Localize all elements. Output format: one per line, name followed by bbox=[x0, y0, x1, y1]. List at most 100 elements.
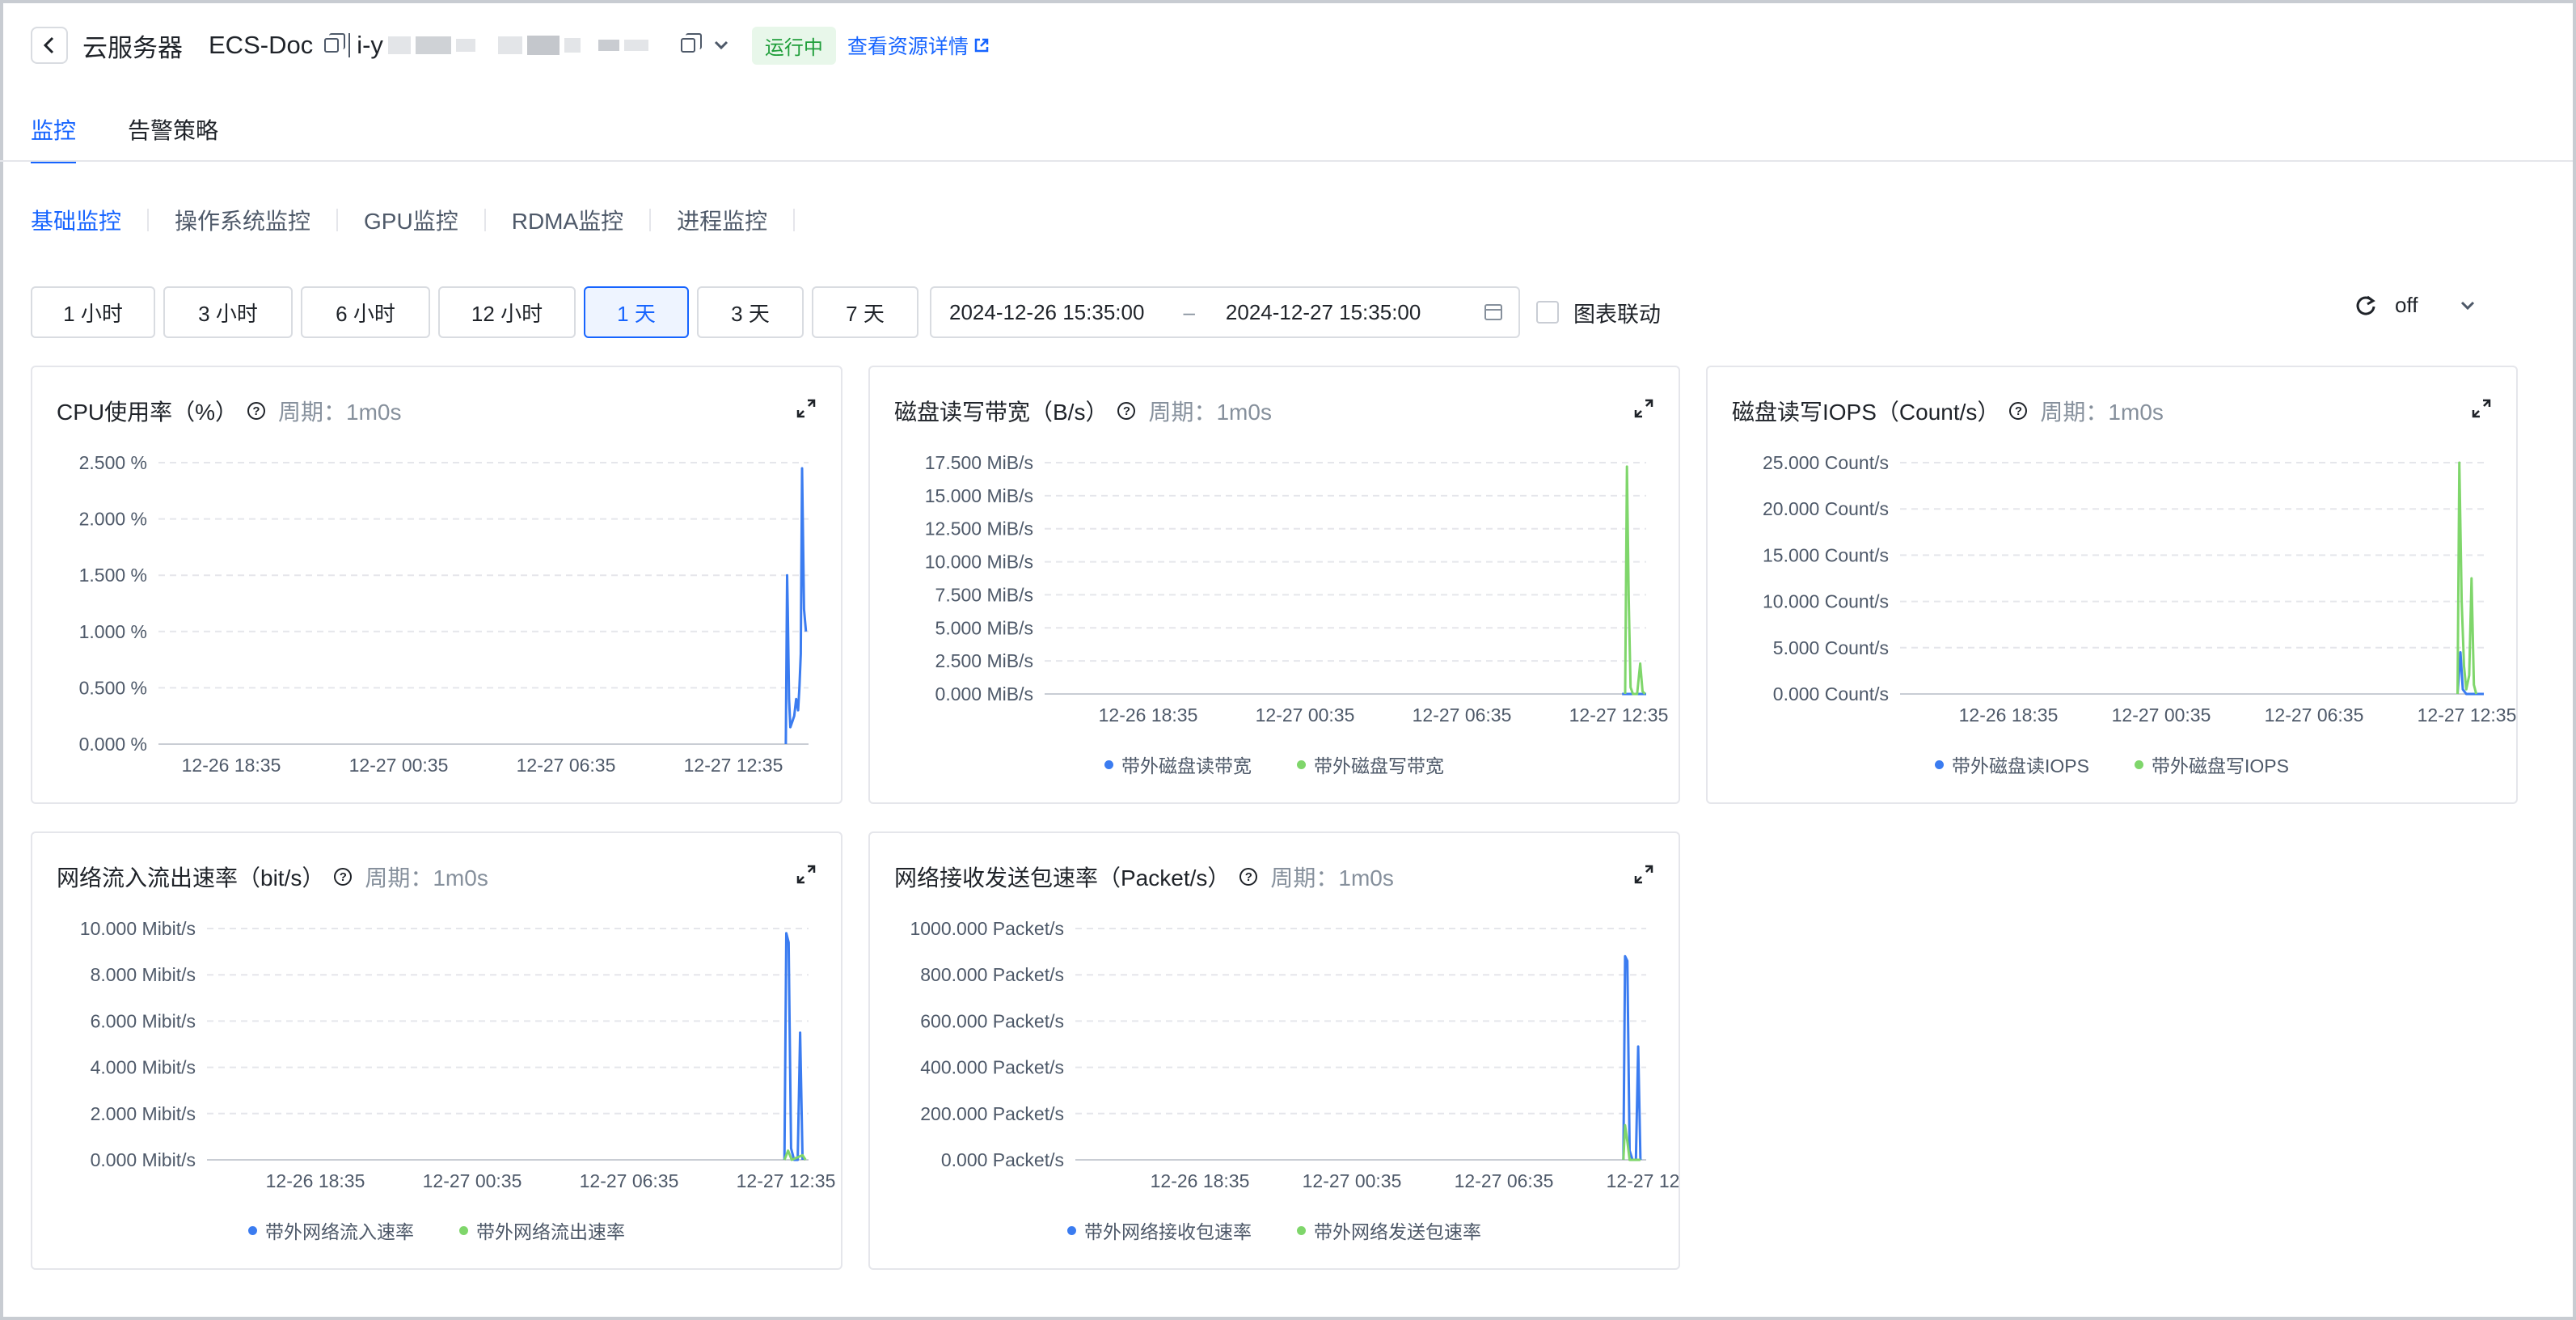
legend-item[interactable]: 带外磁盘读带宽 bbox=[1104, 751, 1252, 778]
chart-legend: 带外磁盘读IOPS 带外磁盘写IOPS bbox=[1708, 751, 2516, 778]
y-tick-label: 1.000 % bbox=[79, 621, 147, 642]
y-tick-label: 200.000 Packet/s bbox=[920, 1103, 1064, 1124]
legend-label: 带外网络流出速率 bbox=[476, 1221, 625, 1242]
tab-monitoring[interactable]: 监控 bbox=[31, 113, 77, 163]
date-end: 2024-12-27 15:35:00 bbox=[1225, 299, 1421, 324]
y-tick-label: 17.500 MiB/s bbox=[925, 452, 1033, 473]
date-start: 2024-12-26 15:35:00 bbox=[949, 299, 1145, 324]
range-12h-button[interactable]: 12 小时 bbox=[438, 286, 576, 338]
x-tick-label: 12-26 18:35 bbox=[182, 755, 281, 776]
legend-label: 带外网络流入速率 bbox=[265, 1221, 414, 1242]
y-tick-label: 10.000 Mibit/s bbox=[80, 918, 196, 939]
date-separator: – bbox=[1183, 299, 1195, 324]
legend-item[interactable]: 带外网络发送包速率 bbox=[1297, 1216, 1481, 1244]
x-tick-label: 12-27 06:35 bbox=[2265, 704, 2364, 726]
chart-plot: 17.500 MiB/s 15.000 MiB/s 12.500 MiB/s 10.0… bbox=[925, 452, 1669, 726]
status-badge: 运行中 bbox=[751, 26, 836, 65]
x-tick-label: 12-27 06:35 bbox=[1455, 1170, 1554, 1191]
tab-alarm-policy[interactable]: 告警策略 bbox=[128, 113, 218, 163]
legend-item[interactable]: 带外磁盘写IOPS bbox=[2135, 751, 2289, 778]
refresh-icon[interactable] bbox=[2354, 294, 2377, 317]
page-header: 云服务器 ECS-Doc i-y 运行中 查看资源详情 bbox=[31, 26, 990, 65]
x-tick-label: 12-27 12:35 bbox=[684, 755, 783, 776]
x-tick-label: 12-27 12:35 bbox=[1607, 1170, 1679, 1191]
y-tick-label: 5.000 MiB/s bbox=[935, 617, 1033, 638]
range-3h-button[interactable]: 3 小时 bbox=[163, 286, 293, 338]
legend-item[interactable]: 带外网络流出速率 bbox=[459, 1216, 625, 1244]
y-tick-label: 7.500 MiB/s bbox=[935, 584, 1033, 605]
y-tick-label: 2.500 % bbox=[79, 452, 147, 473]
chevron-down-icon[interactable] bbox=[713, 40, 729, 51]
sub-tabs: 基础监控 操作系统监控 GPU监控 RDMA监控 进程监控 bbox=[31, 204, 821, 236]
chart-legend: 带外磁盘读带宽 带外磁盘写带宽 bbox=[870, 751, 1679, 778]
y-tick-label: 2.000 % bbox=[79, 509, 147, 530]
legend-item[interactable]: 带外网络流入速率 bbox=[248, 1216, 414, 1244]
refresh-interval-value[interactable]: off bbox=[2395, 293, 2418, 318]
x-tick-label: 12-27 00:35 bbox=[423, 1170, 522, 1191]
x-tick-label: 12-27 06:35 bbox=[580, 1170, 679, 1191]
x-tick-label: 12-27 00:35 bbox=[1303, 1170, 1402, 1191]
tab-divider bbox=[0, 160, 2573, 162]
y-tick-label: 12.500 MiB/s bbox=[925, 518, 1033, 539]
chart-card-cpu: CPU使用率（%）? 周期：1m0s 2.500 % 2.000 % 1.500 % 1.… bbox=[31, 366, 842, 804]
chevron-down-icon[interactable] bbox=[2460, 300, 2476, 311]
y-tick-label: 600.000 Packet/s bbox=[920, 1010, 1064, 1031]
x-tick-label: 12-26 18:35 bbox=[1959, 704, 2059, 726]
series-line-0 bbox=[784, 467, 808, 745]
subtab-basic[interactable]: 基础监控 bbox=[31, 204, 121, 236]
chart-legend: 带外网络流入速率 带外网络流出速率 bbox=[32, 1216, 841, 1244]
legend-item[interactable]: 带外网络接收包速率 bbox=[1067, 1216, 1252, 1244]
y-tick-label: 10.000 MiB/s bbox=[925, 552, 1033, 573]
y-tick-label: 15.000 Count/s bbox=[1763, 544, 1889, 565]
y-tick-label: 400.000 Packet/s bbox=[920, 1057, 1064, 1078]
y-tick-label: 0.000 MiB/s bbox=[935, 683, 1033, 704]
x-tick-label: 12-26 18:35 bbox=[266, 1170, 365, 1191]
y-tick-label: 2.500 MiB/s bbox=[935, 650, 1033, 671]
chart-card-network-packets: 网络接收发送包速率（Packet/s）? 周期：1m0s 1000.000 Pack… bbox=[868, 831, 1680, 1270]
x-tick-label: 12-27 06:35 bbox=[1413, 704, 1512, 726]
legend-item[interactable]: 带外磁盘读IOPS bbox=[1935, 751, 2089, 778]
divider bbox=[348, 33, 351, 57]
range-3d-button[interactable]: 3 天 bbox=[697, 286, 804, 338]
subtab-gpu[interactable]: GPU监控 bbox=[364, 204, 458, 236]
back-button[interactable] bbox=[31, 27, 68, 64]
legend-label: 带外磁盘写IOPS bbox=[2152, 755, 2289, 776]
y-tick-label: 0.000 Count/s bbox=[1773, 683, 1889, 704]
y-tick-label: 0.000 Mibit/s bbox=[91, 1149, 196, 1170]
copy-name-icon[interactable] bbox=[324, 33, 346, 53]
x-tick-label: 12-26 18:35 bbox=[1099, 704, 1198, 726]
range-1d-button[interactable]: 1 天 bbox=[584, 286, 689, 338]
resource-details-label: 查看资源详情 bbox=[847, 36, 969, 58]
y-tick-label: 6.000 Mibit/s bbox=[91, 1010, 196, 1031]
divider bbox=[147, 209, 150, 231]
copy-id-icon[interactable] bbox=[680, 33, 702, 53]
legend-label: 带外网络发送包速率 bbox=[1314, 1221, 1481, 1242]
external-link-icon bbox=[974, 38, 989, 53]
divider bbox=[336, 209, 339, 231]
range-7d-button[interactable]: 7 天 bbox=[812, 286, 918, 338]
divider bbox=[649, 209, 652, 231]
x-tick-label: 12-27 00:35 bbox=[2112, 704, 2211, 726]
y-tick-label: 15.000 MiB/s bbox=[925, 485, 1033, 506]
range-1h-button[interactable]: 1 小时 bbox=[31, 286, 155, 338]
subtab-os[interactable]: 操作系统监控 bbox=[175, 204, 310, 236]
y-tick-label: 25.000 Count/s bbox=[1763, 452, 1889, 473]
chart-card-network-rate: 网络流入流出速率（bit/s）? 周期：1m0s 10.000 Mibit/s 8.0… bbox=[31, 831, 842, 1270]
chart-plot: 10.000 Mibit/s 8.000 Mibit/s 6.000 Mibit/s… bbox=[80, 918, 836, 1191]
date-range-picker[interactable]: 2024-12-26 15:35:00 – 2024-12-27 15:35:0… bbox=[930, 286, 1520, 338]
x-tick-label: 12-27 12:35 bbox=[2418, 704, 2516, 726]
chart-legend: 带外网络接收包速率 带外网络发送包速率 bbox=[870, 1216, 1679, 1244]
resource-details-link[interactable]: 查看资源详情 bbox=[847, 31, 990, 60]
legend-dot bbox=[459, 1225, 468, 1235]
legend-item[interactable]: 带外磁盘写带宽 bbox=[1297, 751, 1444, 778]
chart-plot: 2.500 % 2.000 % 1.500 % 1.000 % 0.500 % 0.000… bbox=[79, 452, 809, 776]
legend-dot bbox=[248, 1225, 257, 1235]
range-6h-button[interactable]: 6 小时 bbox=[301, 286, 430, 338]
breadcrumb-service[interactable]: 云服务器 bbox=[82, 28, 183, 64]
divider bbox=[484, 209, 486, 231]
legend-dot bbox=[2135, 759, 2143, 769]
subtab-rdma[interactable]: RDMA监控 bbox=[512, 204, 623, 236]
chart-link-checkbox[interactable] bbox=[1536, 301, 1559, 324]
chart-card-disk-bandwidth: 磁盘读写带宽（B/s）? 周期：1m0s 17.500 MiB/s 15.000 Mi… bbox=[868, 366, 1680, 804]
subtab-process[interactable]: 进程监控 bbox=[677, 204, 767, 236]
